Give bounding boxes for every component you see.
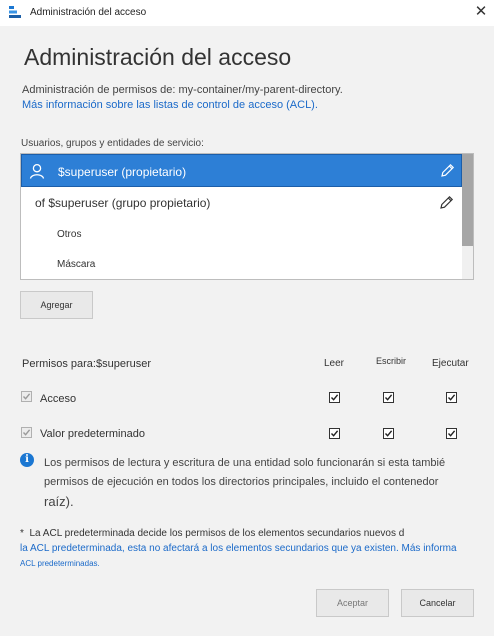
- info-icon: i: [20, 453, 34, 467]
- list-item-superuser-owner[interactable]: $superuser (propietario): [21, 154, 462, 187]
- principals-label: Usuarios, grupos y entidades de servicio…: [21, 138, 204, 149]
- default-write-checkbox[interactable]: [383, 428, 394, 439]
- access-read-checkbox[interactable]: [329, 392, 340, 403]
- access-row-label: Acceso: [40, 393, 77, 405]
- note-line-1: La ACL predeterminada decide los permiso…: [29, 528, 405, 539]
- default-read-checkbox[interactable]: [329, 428, 340, 439]
- list-item-others[interactable]: Otros: [21, 220, 462, 250]
- add-principal-button[interactable]: Agregar: [20, 291, 93, 319]
- default-acl-note: * La ACL predeterminada decide los permi…: [20, 526, 494, 571]
- storage-explorer-icon: [9, 6, 21, 18]
- info-message: Los permisos de lectura y escritura de u…: [44, 454, 494, 511]
- edit-pencil-icon[interactable]: [439, 162, 456, 179]
- principals-list[interactable]: $superuser (propietario) of $superuser (…: [20, 153, 474, 280]
- info-line: permisos de ejecución en todos los direc…: [44, 476, 439, 488]
- acl-info-link[interactable]: Más información sobre las listas de cont…: [22, 99, 318, 111]
- column-execute: Ejecutar: [432, 358, 469, 369]
- permissions-header: Permisos para:$superuser: [22, 358, 152, 370]
- list-item-mask[interactable]: Máscara: [21, 250, 462, 279]
- column-write: Escribir: [376, 356, 407, 366]
- access-execute-checkbox[interactable]: [446, 392, 457, 403]
- info-line: raíz).: [44, 494, 74, 509]
- cancel-button[interactable]: Cancelar: [401, 589, 474, 617]
- access-row-checkbox[interactable]: [21, 391, 32, 402]
- note-line-2: la ACL predeterminada, esta no afectará …: [20, 543, 457, 554]
- list-item-label: $superuser (propietario): [58, 165, 187, 179]
- column-read: Leer: [324, 358, 345, 369]
- edit-pencil-icon[interactable]: [438, 194, 455, 211]
- title-bar: Administración del acceso ✕: [0, 0, 494, 26]
- window-title: Administración del acceso: [30, 7, 147, 18]
- access-write-checkbox[interactable]: [383, 392, 394, 403]
- user-icon: [29, 163, 45, 179]
- default-row-label: Valor predeterminado: [40, 428, 145, 440]
- default-row-checkbox[interactable]: [21, 427, 32, 438]
- page-title: Administración del acceso: [24, 44, 292, 70]
- close-button[interactable]: ✕: [470, 2, 492, 24]
- info-line: Los permisos de lectura y escritura de u…: [44, 457, 446, 469]
- list-item-label: Máscara: [57, 259, 96, 270]
- list-item-label: Otros: [57, 229, 82, 240]
- default-acl-link[interactable]: ACL predeterminadas.: [20, 556, 494, 571]
- default-execute-checkbox[interactable]: [446, 428, 457, 439]
- list-scrollbar-thumb[interactable]: [462, 154, 473, 246]
- permissions-path-text: Administración de permisos de: my-contai…: [22, 84, 343, 96]
- list-item-superuser-group[interactable]: of $superuser (grupo propietario): [21, 187, 462, 220]
- ok-button[interactable]: Aceptar: [316, 589, 389, 617]
- note-line: * La ACL predeterminada decide los permi…: [20, 528, 405, 539]
- list-item-label: of $superuser (grupo propietario): [35, 196, 211, 210]
